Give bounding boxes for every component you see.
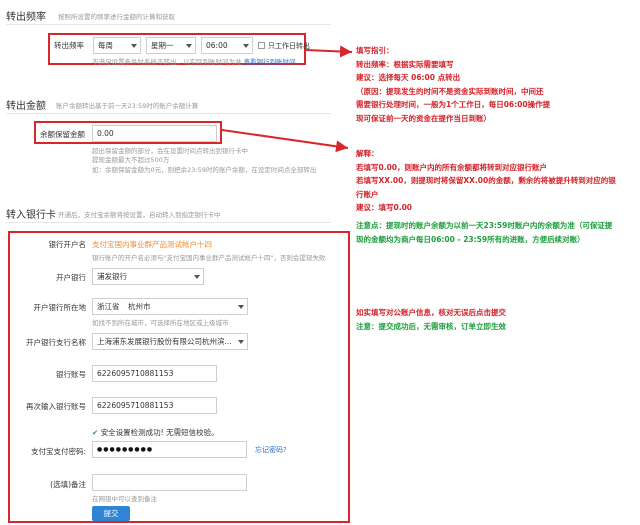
- frequency-guide-line: （原因：提现发生的时间不是资金实际到账时间，中间还: [356, 86, 544, 96]
- bank-guide-line2: 注意：提交成功后，无需审核，订单立即生效: [356, 322, 506, 331]
- amount-guide-line: 建议：填写0.00: [356, 203, 413, 213]
- amount-guide-note-line: 现的金额均为商户每日06:00 - 23:59所有的进账，方便后续对账）: [356, 234, 585, 244]
- frequency-guide-line: 转出频率：根据实际需要填写: [356, 59, 454, 69]
- arrow-amount: [221, 129, 349, 153]
- amount-guide-line: 行账户: [356, 189, 379, 199]
- amount-guide-line: 若填写XX.00，则提现时将保留XX.00的金额，剩余的将被提升转到对应的银: [356, 176, 616, 186]
- amount-guide-note-line: 注意点：提现时的账户余额为以前一天23:59时账户内的余额为准（可保证提: [356, 221, 613, 230]
- frequency-guide: 填写指引： 转出频率：根据实际需要填写 建议：选择每天 06:00 点转出 （原…: [356, 44, 550, 126]
- amount-guide-note: 注意点：提现时的账户余额为以前一天23:59时账户内的余额为准（可保证提 现的金…: [356, 219, 612, 246]
- amount-guide-line: 若填写0.00，则账户内的所有余额都将转到对应银行账户: [356, 162, 548, 172]
- amount-guide-line: 解释：: [356, 149, 379, 158]
- frequency-guide-line: 需要银行处理时间，一般为1个工作日，每日06:00操作提: [356, 100, 551, 110]
- bank-guide-line1: 如实填写对公账户信息，核对无误后点击提交: [356, 308, 506, 317]
- amount-guide: 解释： 若填写0.00，则账户内的所有余额都将转到对应银行账户 若填写XX.00…: [356, 147, 616, 215]
- frequency-guide-line: 现可保证前一天的资金在提作当日到账）: [356, 113, 491, 123]
- frequency-guide-title: 填写指引：: [356, 46, 394, 55]
- frequency-guide-line: 建议：选择每天 06:00 点转出: [356, 73, 461, 83]
- arrow-frequency: [305, 45, 353, 58]
